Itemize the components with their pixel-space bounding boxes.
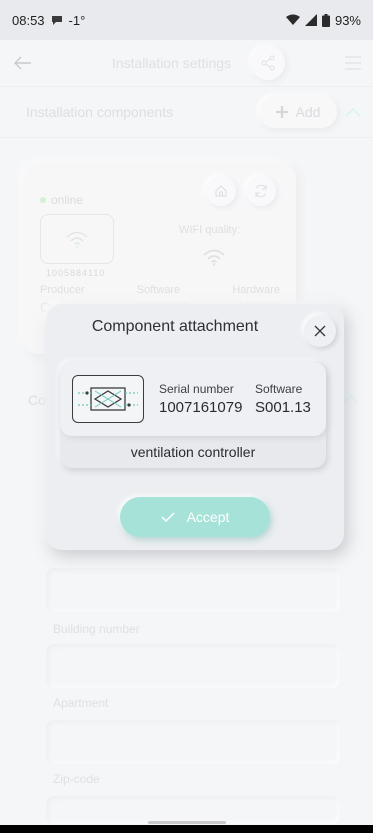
dialog-title: Component attachment xyxy=(91,318,259,335)
status-time: 08:53 xyxy=(12,12,45,28)
attached-component-card[interactable]: Serial number 1007161079 Software S001.1… xyxy=(60,362,326,468)
wifi-status-icon xyxy=(285,14,300,25)
back-arrow-icon[interactable] xyxy=(14,56,32,70)
ventilation-unit-icon xyxy=(78,387,138,411)
software-value: S001.13 xyxy=(255,399,311,416)
component-attachment-dialog: Component attachment Serial number 10071… xyxy=(46,304,344,550)
battery-percent: 93% xyxy=(334,12,361,28)
accept-button[interactable]: Accept xyxy=(120,497,270,537)
chat-bubble-icon xyxy=(51,16,62,25)
signal-icon xyxy=(304,14,317,26)
software-label: Software xyxy=(255,382,303,396)
home-gesture-pill[interactable] xyxy=(148,821,226,824)
checkmark-icon xyxy=(161,512,175,522)
accept-label: Accept xyxy=(186,509,230,525)
system-nav-bar xyxy=(0,821,373,833)
battery-icon xyxy=(321,13,330,27)
close-button[interactable] xyxy=(304,315,336,347)
serial-number-value: 1007161079 xyxy=(159,399,243,416)
status-temp: -1° xyxy=(68,12,86,28)
serial-number-label: Serial number xyxy=(159,382,234,396)
device-name: ventilation controller xyxy=(130,444,256,460)
ventilation-device-box xyxy=(72,375,144,423)
component-details: Serial number 1007161079 Software S001.1… xyxy=(60,362,326,436)
status-bar: 08:53 -1° 93% xyxy=(0,0,373,40)
close-icon xyxy=(314,325,326,337)
